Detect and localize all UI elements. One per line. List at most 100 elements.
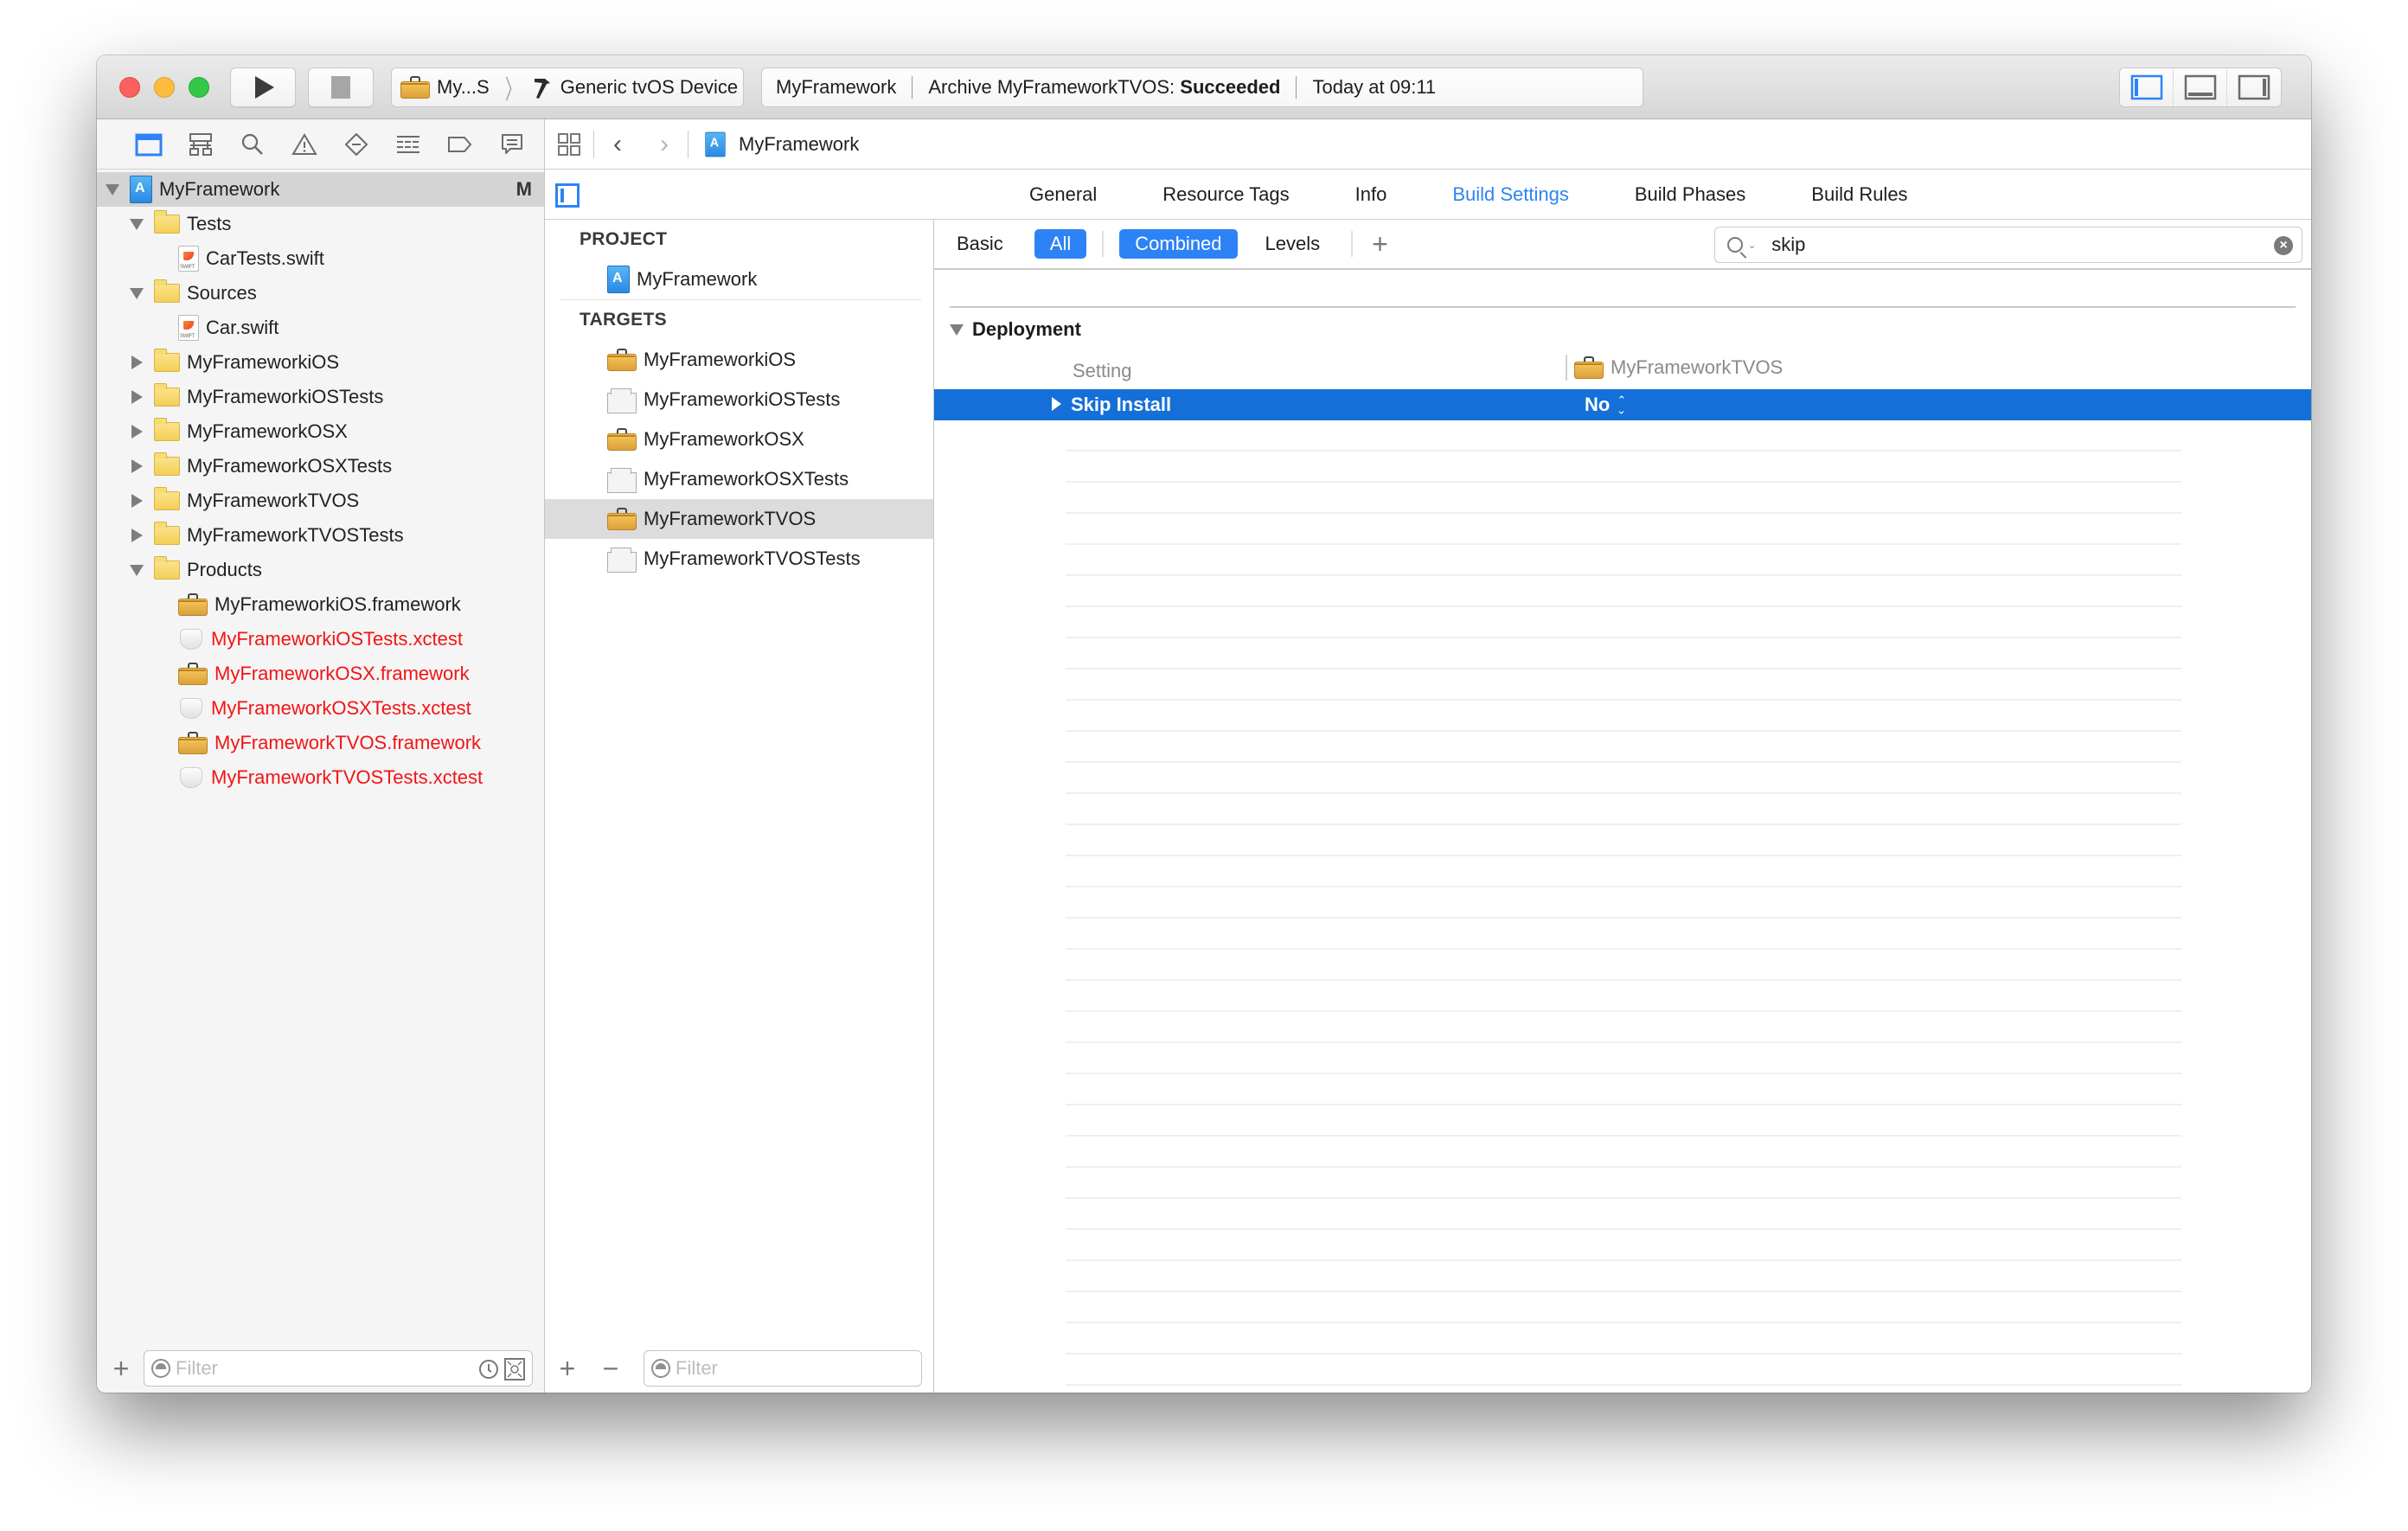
all-filter-button[interactable]: All: [1034, 229, 1087, 259]
disclosure-collapsed-icon[interactable]: [130, 528, 144, 542]
close-window-button[interactable]: [119, 77, 140, 98]
toggle-utilities-button[interactable]: [2227, 68, 2281, 106]
disclosure-collapsed-icon[interactable]: [130, 494, 144, 508]
disclosure-expanded-icon[interactable]: [130, 564, 144, 576]
disclosure-expanded-icon[interactable]: [130, 218, 144, 230]
target-item[interactable]: MyFrameworkOSX: [545, 420, 933, 459]
swift-file-icon: [178, 246, 199, 272]
tab-resource-tags[interactable]: Resource Tags: [1162, 183, 1289, 206]
tree-item[interactable]: Car.swift: [97, 311, 544, 345]
tree-item[interactable]: MyFramework M: [97, 172, 544, 207]
clear-search-button[interactable]: ×: [2274, 236, 2293, 255]
issue-navigator-tab[interactable]: [279, 127, 330, 162]
symbol-navigator-tab[interactable]: [175, 127, 227, 162]
levels-view-button[interactable]: Levels: [1265, 233, 1321, 255]
forward-button[interactable]: ›: [641, 130, 688, 159]
speech-bubble-icon: [502, 133, 522, 154]
target-item[interactable]: MyFrameworkTVOSTests: [545, 539, 933, 579]
tree-item[interactable]: MyFrameworkiOS.framework: [97, 587, 544, 622]
disclosure-expanded-icon[interactable]: [106, 183, 119, 195]
tab-build-phases[interactable]: Build Phases: [1635, 183, 1745, 206]
tab-build-rules[interactable]: Build Rules: [1811, 183, 1907, 206]
disclosure-collapsed-icon[interactable]: [130, 425, 144, 439]
destination-name[interactable]: Generic tvOS Device: [560, 76, 738, 99]
recent-files-icon[interactable]: [478, 1359, 499, 1380]
tree-item-label: Car.swift: [206, 317, 279, 338]
toggle-debug-area-button[interactable]: [2174, 68, 2227, 106]
back-button[interactable]: ‹: [594, 130, 641, 159]
disclosure-collapsed-icon[interactable]: [130, 459, 144, 473]
navigator-filter-field[interactable]: Filter: [144, 1350, 533, 1387]
filter-divider: [1351, 231, 1354, 257]
tree-item[interactable]: MyFrameworkOSX: [97, 414, 544, 449]
tab-info[interactable]: Info: [1355, 183, 1387, 206]
target-item[interactable]: MyFrameworkiOSTests: [545, 380, 933, 420]
tree-item[interactable]: MyFrameworkiOSTests.xctest: [97, 622, 544, 657]
scm-status-badge: M: [516, 178, 532, 200]
deployment-section-header[interactable]: Deployment: [950, 318, 1081, 341]
folder-icon: [154, 556, 180, 580]
tree-item[interactable]: Sources: [97, 276, 544, 311]
target-item[interactable]: MyFrameworkOSXTests: [545, 459, 933, 499]
tree-item[interactable]: MyFrameworkOSXTests.xctest: [97, 691, 544, 726]
tree-item[interactable]: CarTests.swift: [97, 241, 544, 276]
debug-navigator-tab[interactable]: [382, 127, 434, 162]
build-settings-search-field[interactable]: ⌄ skip ×: [1714, 227, 2302, 263]
tree-item[interactable]: MyFrameworkiOS: [97, 345, 544, 380]
scheme-selector[interactable]: My...S 〉 Generic tvOS Device: [391, 67, 744, 107]
tree-item[interactable]: MyFrameworkTVOS.framework: [97, 726, 544, 760]
project-target-list: PROJECT MyFramework TARGETS MyFrameworki…: [545, 220, 934, 1393]
remove-target-button[interactable]: −: [597, 1355, 624, 1382]
tree-item[interactable]: MyFrameworkTVOS: [97, 484, 544, 518]
find-navigator-tab[interactable]: [227, 127, 279, 162]
scheme-name[interactable]: My...S: [437, 76, 490, 99]
setting-value-popup[interactable]: No ⌃ ⌃: [1585, 394, 1626, 416]
test-navigator-tab[interactable]: [330, 127, 382, 162]
breakpoint-navigator-tab[interactable]: [434, 127, 486, 162]
disclosure-expanded-icon[interactable]: [130, 287, 144, 299]
disclosure-collapsed-icon[interactable]: [130, 390, 144, 404]
search-icon: [241, 133, 263, 155]
basic-filter-button[interactable]: Basic: [957, 233, 1003, 255]
tree-item[interactable]: Tests: [97, 207, 544, 241]
target-item-label: MyFrameworkOSX: [644, 428, 804, 450]
disclosure-collapsed-icon[interactable]: [130, 356, 144, 369]
zoom-window-button[interactable]: [189, 77, 209, 98]
tree-item-label: MyFrameworkOSX.framework: [215, 663, 470, 684]
tree-item[interactable]: Products: [97, 553, 544, 587]
tab-build-settings[interactable]: Build Settings: [1452, 183, 1569, 206]
target-list-footer: + − Filter: [545, 1344, 933, 1393]
target-item-label: MyFrameworkOSXTests: [644, 468, 849, 490]
toggle-target-list-button[interactable]: [555, 183, 580, 208]
combined-view-button[interactable]: Combined: [1119, 229, 1238, 259]
xctest-bundle-icon: [178, 696, 204, 721]
setting-column-header: Setting: [1073, 360, 1132, 381]
tree-item[interactable]: MyFrameworkTVOSTests.xctest: [97, 760, 544, 795]
add-file-button[interactable]: +: [107, 1355, 135, 1382]
navigator-footer: + Filter: [97, 1344, 544, 1393]
tree-item[interactable]: MyFrameworkiOSTests: [97, 380, 544, 414]
disclosure-triangle-icon[interactable]: [1052, 397, 1061, 411]
tree-item[interactable]: MyFrameworkTVOSTests: [97, 518, 544, 553]
add-build-setting-button[interactable]: +: [1372, 230, 1388, 258]
related-items-button[interactable]: [545, 132, 593, 157]
target-filter-field[interactable]: Filter: [644, 1350, 922, 1387]
project-item[interactable]: MyFramework: [545, 259, 933, 299]
tree-item[interactable]: MyFrameworkOSX.framework: [97, 657, 544, 691]
target-item[interactable]: MyFrameworkTVOS: [545, 499, 933, 539]
add-target-button[interactable]: +: [554, 1355, 581, 1382]
toggle-navigator-button[interactable]: [2120, 68, 2174, 106]
stop-button[interactable]: [308, 67, 374, 107]
tab-general[interactable]: General: [1029, 183, 1097, 206]
jumpbar-title[interactable]: MyFramework: [739, 133, 859, 156]
search-value[interactable]: skip: [1771, 234, 1805, 256]
minimize-window-button[interactable]: [154, 77, 175, 98]
tree-item[interactable]: MyFrameworkOSXTests: [97, 449, 544, 484]
target-item[interactable]: MyFrameworkiOS: [545, 340, 933, 380]
run-button[interactable]: [230, 67, 296, 107]
setting-row-skip-install[interactable]: Skip Install No ⌃ ⌃: [934, 389, 2311, 420]
project-navigator-tab[interactable]: [123, 127, 175, 162]
swift-file-icon: [178, 315, 199, 341]
report-navigator-tab[interactable]: [486, 127, 538, 162]
scm-status-filter-icon[interactable]: [504, 1358, 525, 1380]
